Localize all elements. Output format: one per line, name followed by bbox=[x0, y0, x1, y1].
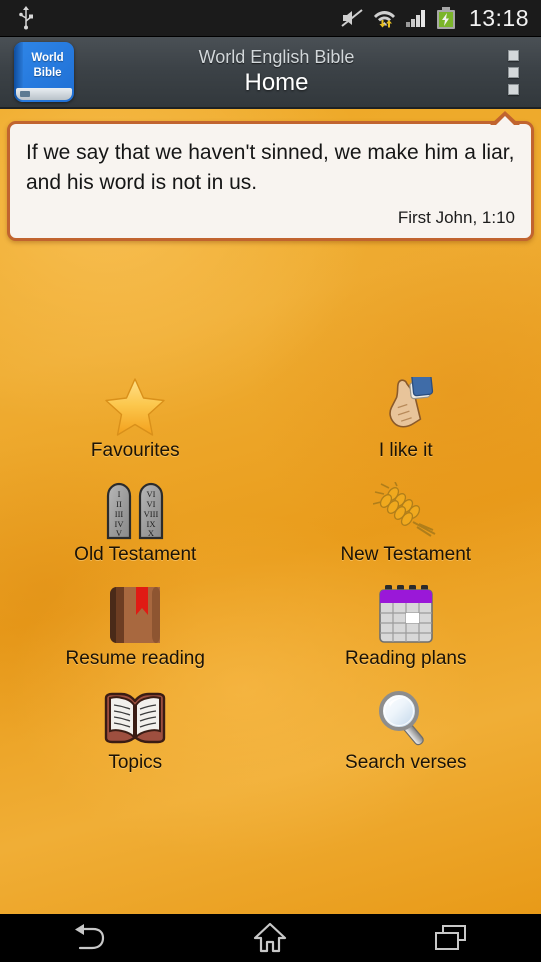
recent-apps-button[interactable] bbox=[396, 914, 506, 962]
open-book-icon bbox=[100, 688, 170, 750]
menu-label: Reading plans bbox=[345, 648, 467, 669]
app-icon-line1: World bbox=[31, 52, 64, 64]
overflow-dot-icon bbox=[507, 83, 519, 95]
menu-item-search-verses[interactable]: Search verses bbox=[271, 686, 541, 790]
overflow-dot-icon bbox=[507, 49, 519, 61]
menu-label: Search verses bbox=[345, 752, 467, 773]
svg-text:VI: VI bbox=[147, 499, 156, 509]
menu-label: I like it bbox=[378, 440, 433, 461]
page-title: Home bbox=[244, 68, 309, 96]
status-bar-right-icons: 13:18 bbox=[341, 5, 529, 32]
menu-item-favourites[interactable]: Favourites bbox=[0, 374, 271, 478]
svg-text:VIII: VIII bbox=[144, 509, 159, 519]
home-button[interactable] bbox=[215, 914, 325, 962]
verse-of-the-day-card[interactable]: If we say that we haven't sinned, we mak… bbox=[7, 121, 534, 241]
status-bar-clock: 13:18 bbox=[468, 4, 529, 31]
home-menu-grid: Favourites I like it I II III IV V VI VI… bbox=[0, 374, 541, 790]
svg-text:X: X bbox=[148, 528, 154, 538]
svg-text:II: II bbox=[116, 499, 122, 509]
home-content: If we say that we haven't sinned, we mak… bbox=[0, 109, 541, 914]
action-bar: World Bible World English Bible Home bbox=[0, 37, 541, 109]
battery-charging-icon bbox=[436, 7, 455, 29]
app-icon-pages bbox=[16, 88, 72, 100]
menu-label: Old Testament bbox=[74, 544, 197, 565]
menu-item-topics[interactable]: Topics bbox=[0, 686, 271, 790]
overflow-menu-button[interactable] bbox=[489, 36, 537, 108]
back-arrow-icon bbox=[75, 924, 105, 950]
svg-text:I: I bbox=[118, 489, 121, 499]
usb-icon bbox=[19, 6, 33, 30]
title-block: World English Bible Home bbox=[64, 46, 489, 99]
menu-label: Resume reading bbox=[65, 648, 205, 669]
bookmarked-book-icon bbox=[100, 584, 170, 646]
verse-reference: First John, 1:10 bbox=[397, 208, 515, 227]
menu-label: Topics bbox=[108, 752, 163, 773]
app-icon-text: World Bible bbox=[23, 51, 72, 81]
android-navigation-bar bbox=[0, 914, 541, 962]
ten-commandments-tablets-icon: I II III IV V VI VI VIII IX X bbox=[100, 480, 170, 542]
menu-item-new-testament[interactable]: New Testament bbox=[271, 478, 541, 582]
menu-label: New Testament bbox=[340, 544, 472, 565]
svg-text:VI: VI bbox=[147, 489, 156, 499]
svg-text:III: III bbox=[115, 509, 124, 519]
android-screen: 13:18 World Bible World English Bible Ho… bbox=[0, 0, 541, 962]
signal-bars-icon bbox=[405, 10, 425, 27]
calendar-icon bbox=[371, 584, 441, 646]
wheat-stalk-icon bbox=[371, 480, 441, 542]
verse-card-tail-inner bbox=[494, 116, 516, 127]
magnifying-glass-icon bbox=[371, 688, 441, 750]
thumbs-up-icon bbox=[371, 376, 441, 438]
app-title: World English Bible bbox=[198, 46, 355, 67]
home-icon bbox=[254, 922, 287, 953]
mute-icon bbox=[341, 9, 363, 27]
app-icon-line2: Bible bbox=[33, 67, 62, 79]
wifi-data-transfer-icon bbox=[373, 11, 395, 28]
app-icon[interactable]: World Bible bbox=[14, 42, 74, 102]
menu-item-resume-reading[interactable]: Resume reading bbox=[0, 582, 271, 686]
menu-item-old-testament[interactable]: I II III IV V VI VI VIII IX X Old Testament bbox=[0, 478, 271, 582]
menu-label: Favourites bbox=[90, 440, 180, 461]
star-icon bbox=[100, 376, 170, 438]
menu-item-reading-plans[interactable]: Reading plans bbox=[271, 582, 541, 686]
svg-text:V: V bbox=[116, 528, 123, 538]
overflow-dot-icon bbox=[507, 66, 519, 78]
recent-apps-icon bbox=[434, 925, 466, 950]
status-bar-left-icons bbox=[18, 6, 34, 30]
verse-text: If we say that we haven't sinned, we mak… bbox=[26, 141, 515, 194]
status-bar: 13:18 bbox=[0, 0, 541, 37]
back-button[interactable] bbox=[35, 914, 145, 962]
menu-item-i-like-it[interactable]: I like it bbox=[271, 374, 541, 478]
